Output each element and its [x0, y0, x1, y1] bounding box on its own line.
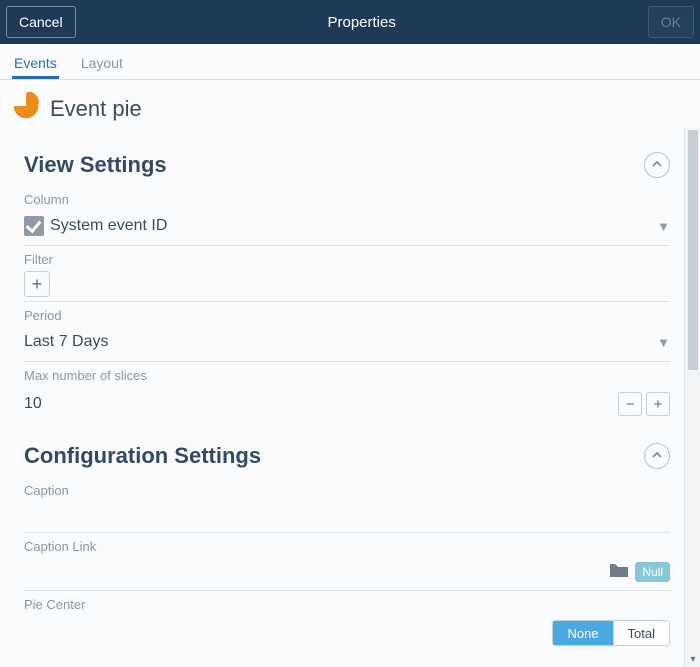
cancel-button[interactable]: Cancel: [6, 6, 76, 38]
field-filter: Filter +: [24, 252, 670, 302]
scrollbar-down-arrow-icon[interactable]: ▾: [685, 651, 700, 667]
pie-icon: [12, 92, 40, 125]
label-column: Column: [24, 192, 670, 207]
tabs: Events Layout: [0, 44, 700, 80]
section-configuration-settings: Configuration Settings Caption Caption L…: [24, 429, 670, 650]
max-slices-decrement-button[interactable]: −: [618, 392, 642, 416]
pie-center-none-button[interactable]: None: [553, 621, 612, 645]
folder-icon[interactable]: [609, 562, 629, 583]
field-max-slices: Max number of slices 10 − +: [24, 368, 670, 425]
label-caption-link: Caption Link: [24, 539, 670, 554]
label-filter: Filter: [24, 252, 670, 267]
column-select[interactable]: System event ID ▼: [24, 211, 670, 241]
ok-button[interactable]: OK: [648, 6, 694, 38]
page-header: Event pie: [0, 80, 700, 129]
field-caption-link: Caption Link Null: [24, 539, 670, 591]
field-period: Period Last 7 Days ▼: [24, 308, 670, 362]
page-title: Event pie: [50, 96, 142, 122]
period-select-value: Last 7 Days: [24, 333, 108, 351]
label-max-slices: Max number of slices: [24, 368, 670, 383]
field-column: Column System event ID ▼: [24, 192, 670, 246]
column-check-icon: [24, 216, 44, 236]
pie-center-segmented: None Total: [552, 620, 670, 646]
collapse-view-settings-button[interactable]: [644, 152, 670, 178]
max-slices-increment-button[interactable]: +: [646, 392, 670, 416]
field-caption: Caption: [24, 483, 670, 533]
tab-events[interactable]: Events: [12, 47, 59, 79]
dialog-title: Properties: [76, 14, 648, 31]
null-button[interactable]: Null: [635, 562, 670, 582]
pie-center-total-button[interactable]: Total: [613, 621, 669, 645]
scrollbar-thumb[interactable]: [688, 130, 698, 370]
section-view-settings: View Settings Column System event ID ▼ F…: [24, 138, 670, 425]
period-select[interactable]: Last 7 Days ▼: [24, 327, 670, 357]
section-title-view-settings: View Settings: [24, 152, 644, 178]
collapse-configuration-settings-button[interactable]: [644, 443, 670, 469]
scrollbar[interactable]: ▾: [684, 128, 700, 667]
chevron-down-icon: ▼: [657, 335, 670, 350]
field-pie-center: Pie Center None Total: [24, 597, 670, 650]
titlebar: Cancel Properties OK: [0, 0, 700, 44]
chevron-up-icon: [652, 449, 662, 463]
max-slices-value[interactable]: 10: [24, 395, 614, 413]
label-period: Period: [24, 308, 670, 323]
section-title-configuration-settings: Configuration Settings: [24, 443, 644, 469]
tab-layout[interactable]: Layout: [79, 47, 125, 79]
label-caption: Caption: [24, 483, 670, 498]
label-pie-center: Pie Center: [24, 597, 670, 612]
form-scroll-area: View Settings Column System event ID ▼ F…: [0, 128, 684, 667]
chevron-down-icon: ▼: [657, 219, 670, 234]
chevron-up-icon: [652, 158, 662, 172]
caption-input[interactable]: [24, 502, 670, 528]
column-select-value: System event ID: [50, 217, 167, 235]
add-filter-button[interactable]: +: [24, 271, 50, 297]
